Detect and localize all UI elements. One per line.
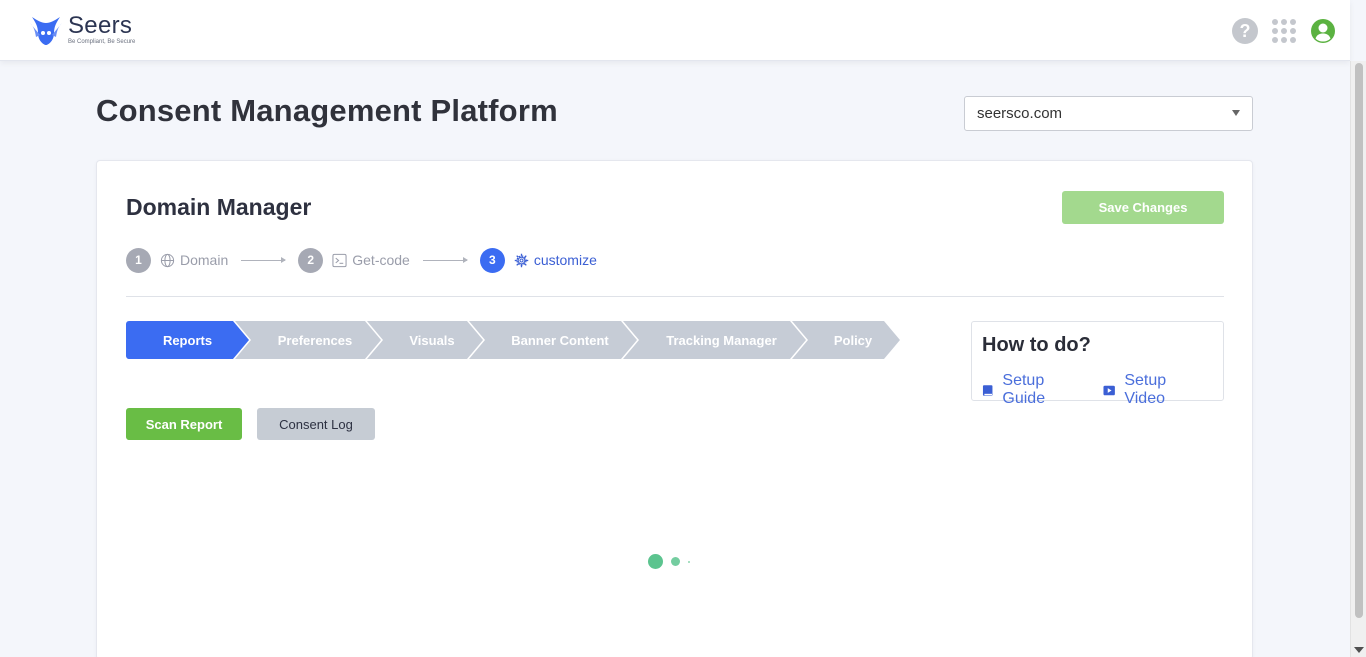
how-to-title: How to do? <box>982 334 1091 356</box>
loading-dot <box>648 554 663 569</box>
loading-dot <box>671 557 680 566</box>
gear-icon <box>514 253 529 267</box>
step-label: Domain <box>180 252 229 268</box>
step-domain[interactable]: 1 Domain <box>126 247 229 273</box>
setup-video-label: Setup Video <box>1124 372 1167 407</box>
apps-grid-icon[interactable] <box>1272 19 1296 43</box>
user-account-icon[interactable] <box>1310 18 1336 44</box>
tab-label: Visuals <box>409 332 455 348</box>
top-navbar: Seers Be Compliant, Be Secure ? <box>0 0 1350 61</box>
tab-banner-content[interactable]: Banner Content <box>469 321 637 359</box>
globe-icon <box>160 253 175 267</box>
setup-guide-link[interactable]: Setup Guide <box>982 372 1087 408</box>
tab-label: Reports <box>162 332 213 348</box>
step-number: 1 <box>126 247 151 273</box>
tab-visuals[interactable]: Visuals <box>367 321 483 359</box>
tab-policy[interactable]: Policy <box>792 321 900 359</box>
caret-down-icon <box>1232 110 1240 116</box>
book-icon <box>982 384 993 396</box>
loading-dot <box>688 560 690 563</box>
how-to-panel: How to do? Setup Guide Setup Video <box>971 321 1224 407</box>
setup-guide-label: Setup Guide <box>1002 372 1046 407</box>
tab-reports[interactable]: Reports <box>126 321 249 359</box>
page-scrollbar[interactable] <box>1350 61 1366 657</box>
seers-logo-icon <box>30 17 62 45</box>
tab-label: Preferences <box>277 332 353 348</box>
section-divider <box>126 296 1224 297</box>
step-number: 2 <box>298 247 324 273</box>
card-title: Domain Manager <box>126 194 312 220</box>
loading-spinner <box>648 554 698 569</box>
brand-name: Seers <box>68 12 133 39</box>
step-get-code[interactable]: 2 Get-code <box>298 247 410 273</box>
tab-label: Policy <box>833 332 873 348</box>
consent-log-button[interactable]: Consent Log <box>257 408 375 440</box>
save-changes-button[interactable]: Save Changes <box>1062 191 1224 224</box>
step-customize[interactable]: 3 customize <box>479 247 597 273</box>
step-label: Get-code <box>352 252 410 268</box>
settings-tabs: Reports Preferences Visuals Banner Conte… <box>126 321 886 359</box>
scan-report-button[interactable]: Scan Report <box>126 408 242 440</box>
tab-label: Banner Content <box>511 332 609 348</box>
tab-label: Tracking Manager <box>666 332 777 348</box>
brand-tagline: Be Compliant, Be Secure <box>68 39 136 45</box>
step-connector-arrow <box>422 256 468 263</box>
step-connector-arrow <box>241 256 287 263</box>
domain-manager-card: Domain Manager Save Changes 1 Domain 2 G… <box>96 160 1253 657</box>
tab-tracking-manager[interactable]: Tracking Manager <box>623 321 806 359</box>
step-number: 3 <box>479 247 505 273</box>
scrollbar-thumb[interactable] <box>1355 63 1363 618</box>
video-play-icon <box>1103 385 1115 395</box>
setup-video-link[interactable]: Setup Video <box>1103 372 1207 408</box>
help-icon[interactable]: ? <box>1232 18 1258 44</box>
setup-stepper: 1 Domain 2 Get-code 3 customize <box>126 247 597 273</box>
domain-select-value: seersco.com <box>977 105 1063 122</box>
tab-preferences[interactable]: Preferences <box>235 321 381 359</box>
domain-select[interactable]: seersco.com <box>964 96 1253 131</box>
step-label: customize <box>533 252 597 268</box>
seers-logo[interactable]: Seers Be Compliant, Be Secure <box>28 13 135 47</box>
page-title: Consent Management Platform <box>96 93 558 128</box>
terminal-icon <box>332 253 347 267</box>
scroll-down-arrow-icon[interactable] <box>1354 647 1364 653</box>
